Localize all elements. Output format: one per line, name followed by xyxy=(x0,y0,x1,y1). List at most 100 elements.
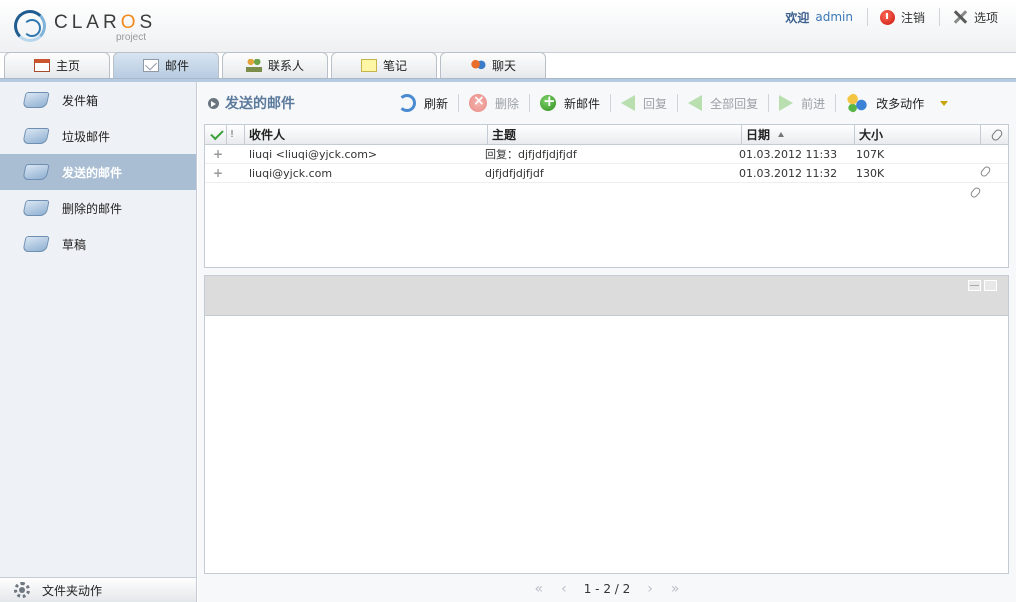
folder-icon xyxy=(22,200,50,216)
power-icon xyxy=(879,9,895,25)
mail-list-header: ! 收件人 主题 日期 大小 xyxy=(205,124,1008,145)
arrow-right-icon xyxy=(208,97,219,109)
contacts-icon xyxy=(245,59,262,72)
subject-cell: 回复：djfjdfjdjfjdf xyxy=(485,148,577,161)
table-row[interactable]: + liuqi <liuqi@yjck.com> 回复：djfjdfjdjfjd… xyxy=(205,145,1008,164)
priority-flag-icon: ! xyxy=(230,129,235,140)
main-tabs: 主页 邮件 联系人 笔记 聊天 xyxy=(4,52,549,78)
app-header: CLAROS project 欢迎 admin 注销 选项 xyxy=(0,0,1016,53)
expand-plus-icon: + xyxy=(213,147,224,161)
next-page-button[interactable]: › xyxy=(647,581,653,597)
date-cell: 01.03.2012 11:33 xyxy=(739,147,838,161)
note-icon xyxy=(360,59,377,72)
mail-toolbar: 发送的邮件 刷新 删除 新邮件 回复 全部回复 前进 xyxy=(198,82,1016,124)
chevron-down-icon xyxy=(940,100,949,106)
reply-all-button[interactable]: 全部回复 xyxy=(682,91,764,115)
toolbar-separator xyxy=(610,94,612,112)
refresh-button[interactable]: 刷新 xyxy=(392,91,454,115)
expand-cell[interactable]: + xyxy=(205,166,245,180)
forward-button[interactable]: 前进 xyxy=(773,91,831,115)
refresh-icon xyxy=(398,94,416,112)
pager: « ‹ 1 - 2 / 2 › » xyxy=(198,578,1016,600)
expand-plus-icon: + xyxy=(213,166,224,180)
paperclip-icon xyxy=(979,166,992,178)
current-folder-title: 发送的邮件 xyxy=(208,93,392,113)
logo-swirl-icon xyxy=(14,10,46,42)
tab-label: 笔记 xyxy=(382,59,407,73)
more-actions-label: 改多动作 xyxy=(876,96,925,111)
reply-all-label: 全部回复 xyxy=(710,96,759,111)
expand-cell[interactable]: + xyxy=(205,147,245,161)
mail-preview-pane xyxy=(204,275,1009,574)
subject-cell: djfjdfjdjfjdf xyxy=(485,166,544,180)
more-actions-button[interactable]: 改多动作 xyxy=(840,91,954,115)
header-separator xyxy=(938,8,940,26)
layout-vertical-button[interactable] xyxy=(984,280,997,291)
folder-actions-label: 文件夹动作 xyxy=(42,583,103,598)
check-icon xyxy=(210,126,224,140)
options-label: 选项 xyxy=(973,10,998,25)
toolbar-separator xyxy=(835,94,837,112)
page-indicator: 1 - 2 / 2 xyxy=(583,582,631,596)
size-cell: 107K xyxy=(856,147,885,161)
folder-sent[interactable]: 发送的邮件 xyxy=(0,154,196,190)
folder-icon xyxy=(22,92,50,108)
forward-label: 前进 xyxy=(801,96,826,111)
folder-label: 垃圾邮件 xyxy=(62,129,111,144)
folder-trash[interactable]: 删除的邮件 xyxy=(0,190,196,226)
sort-ascending-icon xyxy=(778,132,785,137)
recipient-cell: liuqi <liuqi@yjck.com> xyxy=(249,147,378,161)
prev-page-button[interactable]: ‹ xyxy=(561,581,567,597)
list-spacer xyxy=(205,183,1008,202)
tools-icon xyxy=(952,9,968,25)
first-page-button[interactable]: « xyxy=(535,581,544,597)
attachment-column-header[interactable] xyxy=(981,125,1008,145)
folder-label: 草稿 xyxy=(62,237,87,252)
reply-all-arrow-icon xyxy=(688,95,703,111)
flags-column[interactable]: ! xyxy=(227,124,245,145)
recipient-column-header[interactable]: 收件人 xyxy=(245,124,488,145)
welcome-label: 欢迎 xyxy=(785,10,810,25)
date-column-header[interactable]: 日期 xyxy=(742,124,855,145)
folder-sidebar: 发件箱 垃圾邮件 发送的邮件 删除的邮件 草稿 文件夹动作 xyxy=(0,82,197,602)
options-button[interactable]: 选项 xyxy=(952,9,998,26)
size-column-header[interactable]: 大小 xyxy=(855,124,981,145)
forward-arrow-icon xyxy=(779,95,794,111)
last-page-button[interactable]: » xyxy=(671,581,680,597)
header-separator xyxy=(866,8,868,26)
reply-button[interactable]: 回复 xyxy=(615,91,673,115)
delete-label: 删除 xyxy=(495,96,520,111)
toolbar-separator xyxy=(768,94,770,112)
recipient-cell: liuqi@yjck.com xyxy=(249,166,333,180)
tab-mail[interactable]: 邮件 xyxy=(113,52,219,78)
folder-spam[interactable]: 垃圾邮件 xyxy=(0,118,196,154)
date-column-label: 日期 xyxy=(746,128,771,142)
mail-list: ! 收件人 主题 日期 大小 + liuqi <liuqi@yjck.com> … xyxy=(204,124,1009,268)
tab-label: 主页 xyxy=(55,59,80,73)
tab-chat[interactable]: 聊天 xyxy=(440,52,546,78)
date-cell: 01.03.2012 11:32 xyxy=(739,166,838,180)
folder-outbox[interactable]: 发件箱 xyxy=(0,82,196,118)
reply-arrow-icon xyxy=(621,95,636,111)
reply-label: 回复 xyxy=(643,96,668,111)
folder-actions-button[interactable]: 文件夹动作 xyxy=(0,577,196,602)
new-mail-button[interactable]: 新邮件 xyxy=(534,91,606,115)
table-row[interactable]: + liuqi@yjck.com djfjdfjdjfjdf 01.03.201… xyxy=(205,164,1008,183)
mail-main-panel: 发送的邮件 刷新 删除 新邮件 回复 全部回复 前进 xyxy=(198,82,1016,602)
username[interactable]: admin xyxy=(815,10,853,24)
logout-button[interactable]: 注销 xyxy=(879,9,925,26)
select-all-column[interactable] xyxy=(205,124,227,145)
gear-icon xyxy=(14,582,30,598)
tab-label: 联系人 xyxy=(267,59,304,73)
tab-contacts[interactable]: 联系人 xyxy=(222,52,328,78)
folder-drafts[interactable]: 草稿 xyxy=(0,226,196,262)
tab-notes[interactable]: 笔记 xyxy=(331,52,437,78)
tab-label: 聊天 xyxy=(491,59,516,73)
tab-home[interactable]: 主页 xyxy=(4,52,110,78)
layout-horizontal-button[interactable] xyxy=(968,280,981,291)
folder-label: 发送的邮件 xyxy=(62,165,123,180)
subject-column-header[interactable]: 主题 xyxy=(488,124,742,145)
folder-icon xyxy=(22,128,50,144)
chat-icon xyxy=(469,59,486,72)
delete-button[interactable]: 删除 xyxy=(463,91,525,115)
